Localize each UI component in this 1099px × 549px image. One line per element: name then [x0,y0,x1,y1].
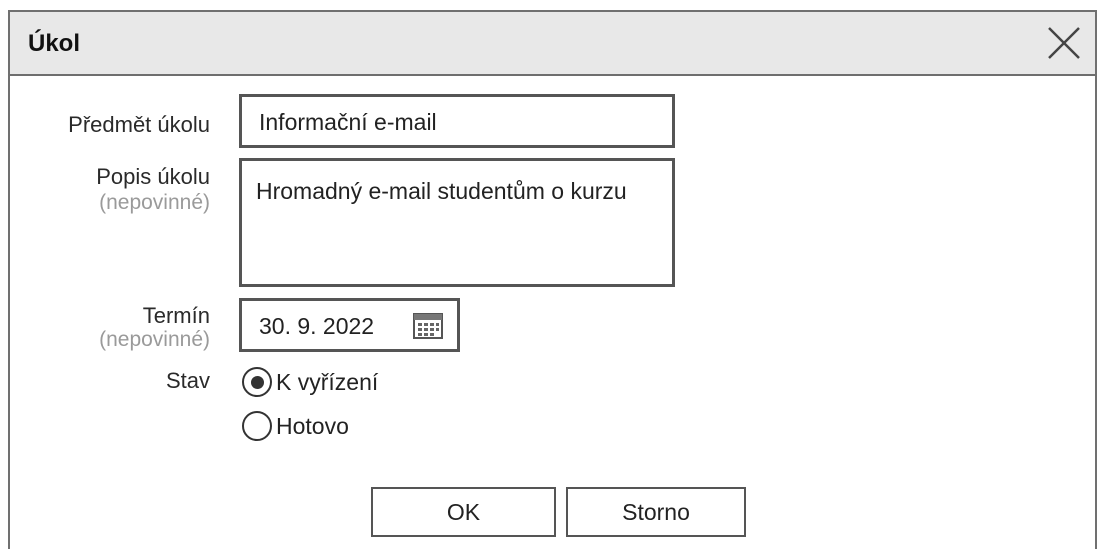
due-date-picker[interactable]: 30. 9. 2022 [239,298,460,352]
subject-value: Informační e-mail [259,109,437,135]
status-option-label: K vyřízení [276,368,379,395]
due-date-value: 30. 9. 2022 [259,313,375,339]
status-option-label: Hotovo [276,412,349,439]
calendar-icon[interactable] [413,313,443,339]
dialog-title: Úkol [28,30,81,57]
radio-unselected-icon[interactable] [242,411,272,441]
status-option-pending[interactable]: K vyřízení [242,362,378,402]
radio-selected-icon[interactable] [242,367,272,397]
title-bar: Úkol [10,12,1095,76]
close-icon [1048,27,1080,59]
close-button[interactable] [1041,20,1087,66]
description-label: Popis úkolu (nepovinné) [10,164,210,216]
description-optional-note: (nepovinné) [99,191,210,214]
cancel-button[interactable]: Storno [566,487,746,537]
due-optional-note: (nepovinné) [99,328,210,351]
status-label: Stav [165,368,210,393]
description-textarea[interactable]: Hromadný e-mail studentům o kurzu [239,158,675,287]
task-dialog: Úkol Předmět úkolu Informační e-mail Pop… [8,10,1097,549]
subject-label: Předmět úkolu [68,112,210,137]
description-value: Hromadný e-mail studentům o kurzu [256,178,627,204]
ok-button[interactable]: OK [371,487,556,537]
status-option-done[interactable]: Hotovo [242,406,349,446]
due-label: Termín (nepovinné) [10,304,210,352]
subject-input[interactable]: Informační e-mail [239,94,675,148]
